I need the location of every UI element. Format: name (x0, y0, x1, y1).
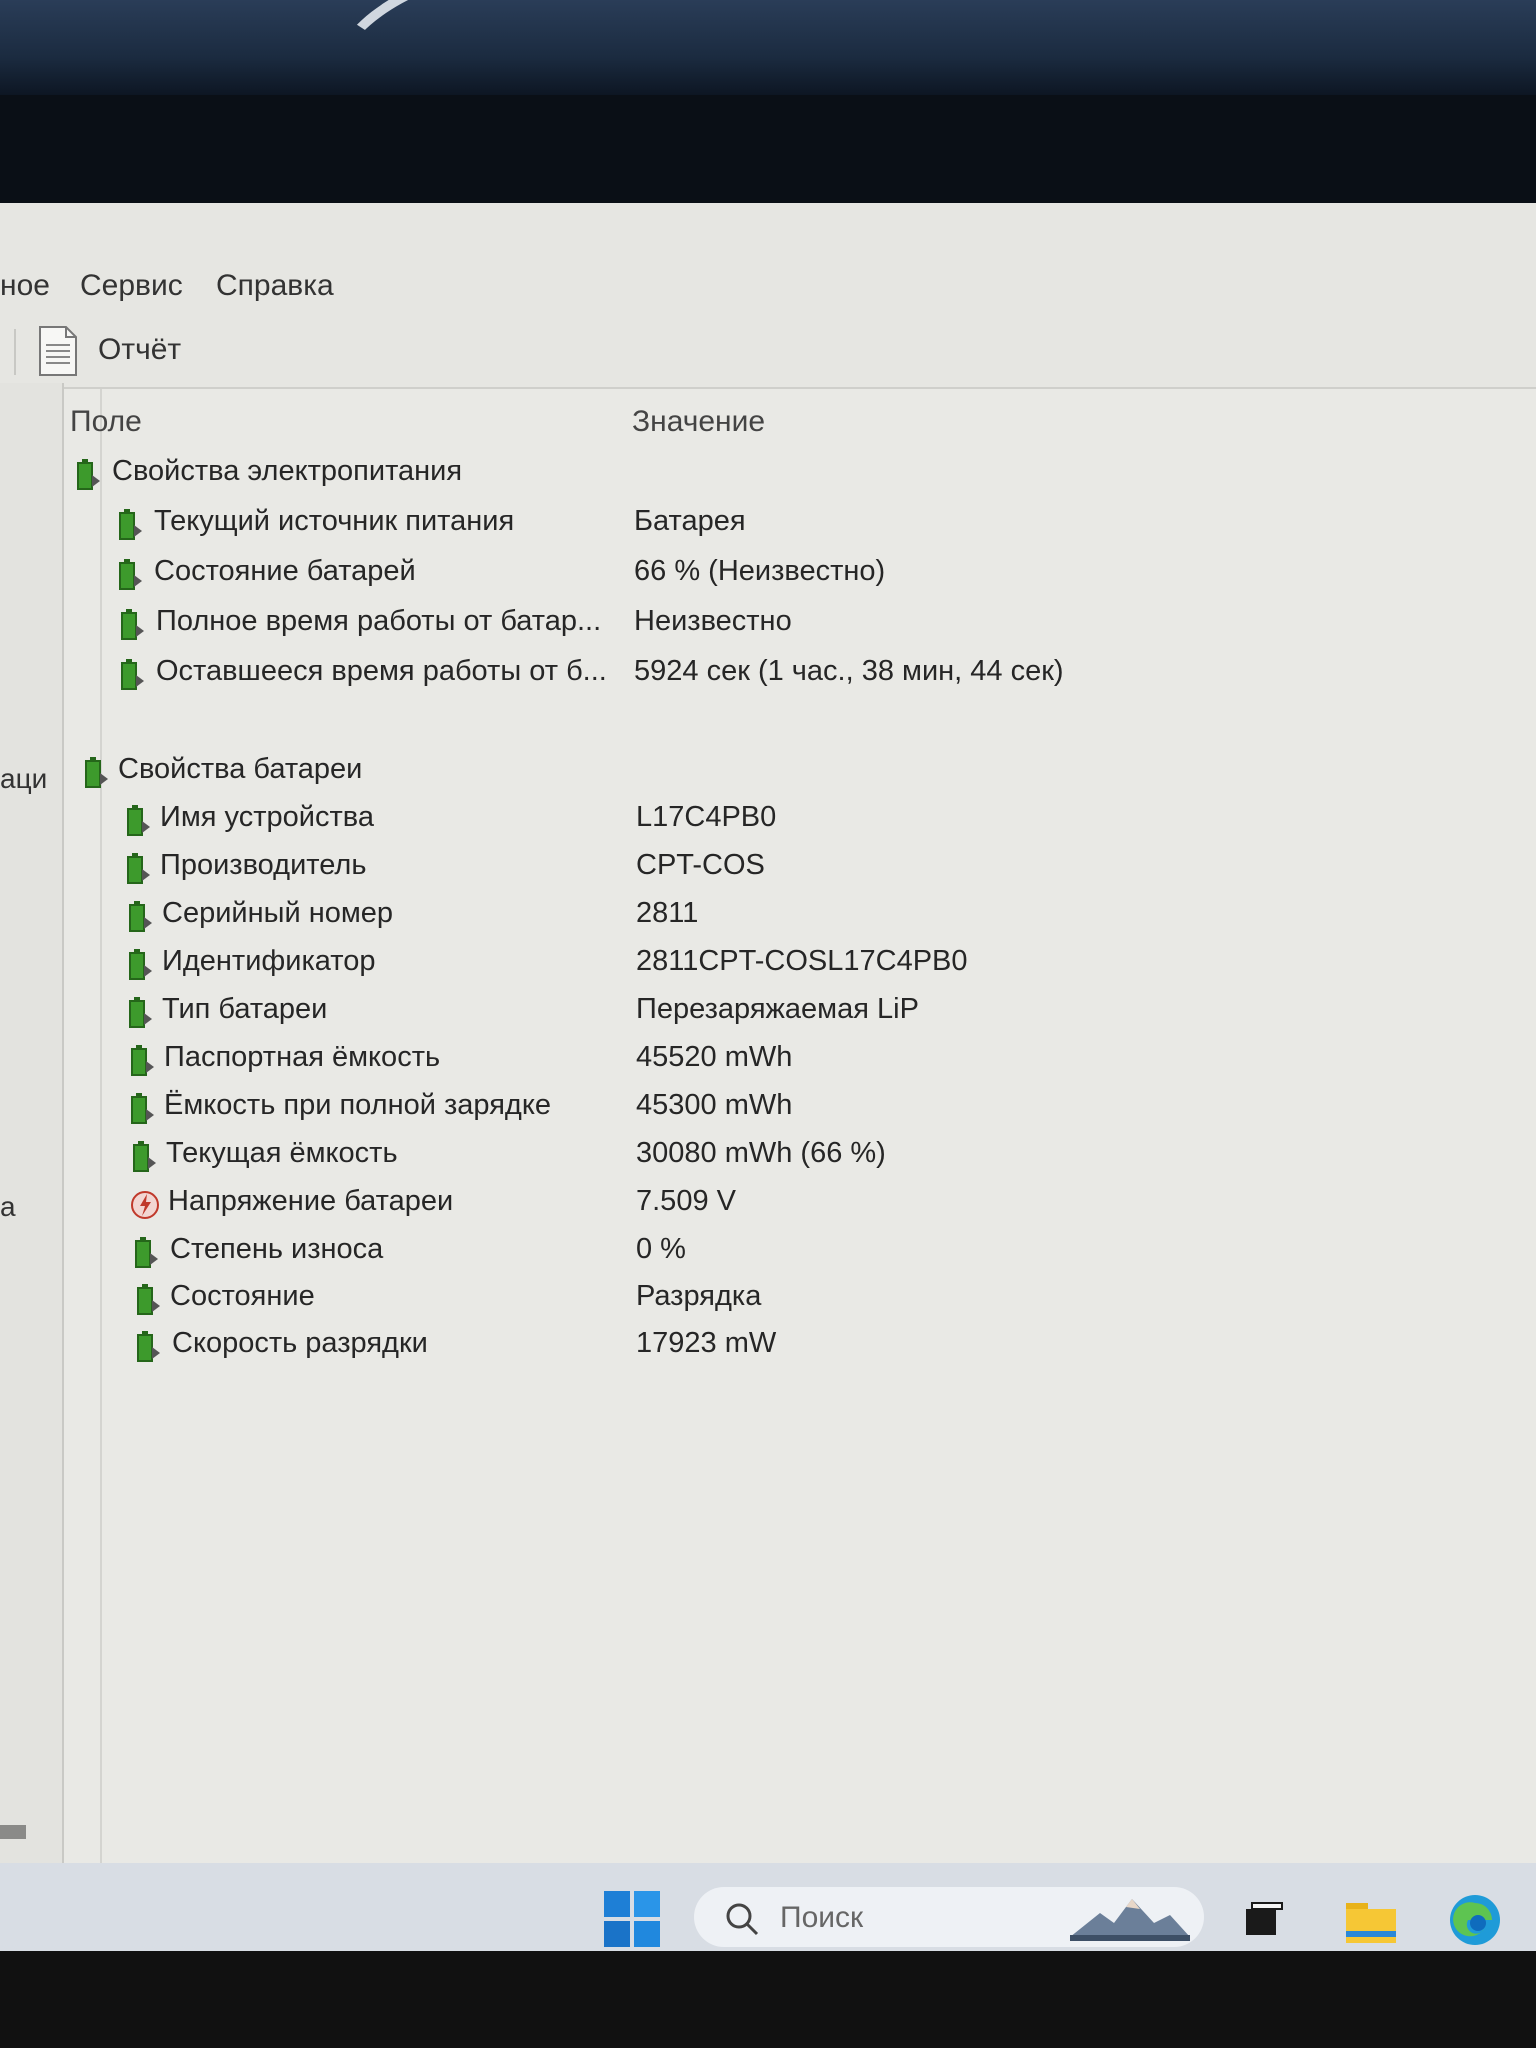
row-value: L17C4PB0 (636, 801, 777, 833)
row-label: Производитель (160, 849, 367, 881)
table-row[interactable]: Тип батареи Перезаряжаемая LiP (126, 991, 1326, 1031)
table-row[interactable]: Имя устройства L17C4PB0 (124, 799, 1324, 839)
search-placeholder: Поиск (780, 1901, 864, 1934)
report-icon[interactable] (38, 325, 78, 377)
battery-icon (119, 509, 142, 540)
battery-icon (131, 1093, 154, 1124)
row-label: Паспортная ёмкость (164, 1041, 441, 1073)
row-value: 45520 mWh (636, 1041, 793, 1073)
row-label: Степень износа (170, 1233, 384, 1265)
taskbar-search-box[interactable]: Поиск (694, 1887, 1204, 1947)
photo-background (0, 0, 1536, 165)
section-title: Свойства электропитания (112, 455, 463, 487)
table-row[interactable]: Полное время работы от батар... Неизвест… (118, 603, 1318, 643)
report-button[interactable]: Отчёт (98, 333, 181, 367)
column-header-value[interactable]: Значение (632, 405, 765, 439)
table-row[interactable]: Серийный номер 2811 (126, 895, 1326, 935)
voltage-icon (131, 1191, 159, 1219)
toolbar: Отчёт (0, 321, 1536, 381)
monitor-bottom-bezel (0, 1951, 1536, 2048)
table-row[interactable]: Оставшееся время работы от б... 5924 сек… (118, 653, 1318, 693)
menu-item-help[interactable]: Справка (216, 269, 334, 303)
edge-browser-icon[interactable] (1448, 1893, 1502, 1947)
row-value: 5924 сек (1 час., 38 мин, 44 сек) (634, 655, 1064, 687)
table-row[interactable]: Текущая ёмкость 30080 mWh (66 %) (130, 1135, 1330, 1175)
toolbar-separator (14, 329, 16, 375)
battery-icon (131, 1045, 154, 1076)
row-label: Напряжение батареи (168, 1185, 454, 1217)
battery-icon (121, 659, 144, 690)
row-label: Состояние батарей (154, 555, 416, 587)
monitor-bezel (0, 95, 1536, 203)
battery-icon (133, 1141, 156, 1172)
column-header-field[interactable]: Поле (70, 405, 142, 439)
table-row[interactable]: Степень износа 0 % (132, 1231, 1332, 1271)
row-label: Полное время работы от батар... (156, 605, 602, 637)
section-title: Свойства батареи (118, 753, 363, 785)
table-row[interactable]: Скорость разрядки 17923 mW (134, 1325, 1334, 1365)
table-row[interactable]: Паспортная ёмкость 45520 mWh (128, 1039, 1328, 1079)
row-label: Серийный номер (162, 897, 394, 929)
section-header-battery[interactable]: Свойства батареи (82, 751, 1282, 791)
row-label: Ёмкость при полной зарядке (164, 1089, 551, 1121)
properties-list: Поле Значение Свойства электропитания Те… (64, 387, 1536, 1865)
row-label: Имя устройства (160, 801, 374, 833)
battery-icon (85, 757, 108, 788)
row-value: 30080 mWh (66 %) (636, 1137, 886, 1169)
row-value: 17923 mW (636, 1327, 777, 1359)
left-pane-item-fragment[interactable]: аци (0, 763, 47, 795)
battery-icon (129, 901, 152, 932)
windows-start-icon[interactable] (604, 1891, 660, 1947)
battery-icon (137, 1331, 160, 1362)
row-label: Идентификатор (162, 945, 376, 977)
table-row[interactable]: Ёмкость при полной зарядке 45300 mWh (128, 1087, 1328, 1127)
battery-icon (137, 1284, 160, 1315)
search-highlight-image-icon (1070, 1899, 1190, 1941)
battery-icon (135, 1237, 158, 1268)
row-value: 2811CPT-COSL17C4PB0 (636, 945, 968, 977)
battery-icon (129, 949, 152, 980)
battery-icon (121, 609, 144, 640)
row-label: Состояние (170, 1280, 315, 1312)
row-value: 2811 (636, 897, 699, 929)
row-value: 66 % (Неизвестно) (634, 555, 886, 587)
left-navigation-pane: аци а (0, 383, 64, 1863)
row-value: Батарея (634, 505, 746, 537)
search-icon (726, 1903, 759, 1936)
battery-icon (77, 459, 100, 490)
battery-icon (127, 805, 150, 836)
battery-icon (129, 997, 152, 1028)
list-left-border (100, 389, 102, 1865)
task-view-icon[interactable] (1236, 1893, 1290, 1947)
row-value: 45300 mWh (636, 1089, 793, 1121)
row-label: Текущий источник питания (154, 505, 515, 537)
file-explorer-icon[interactable] (1344, 1893, 1398, 1947)
app-window: ное Сервис Справка Отчёт аци а Поле Знач… (0, 203, 1536, 1865)
left-pane-item-fragment[interactable]: а (0, 1191, 16, 1223)
menu-item-service[interactable]: Сервис (80, 269, 183, 303)
row-value: 0 % (636, 1233, 686, 1265)
table-row[interactable]: Производитель CPT-COS (124, 847, 1324, 887)
row-label: Тип батареи (162, 993, 328, 1025)
row-value: Перезаряжаемая LiP (636, 993, 919, 1025)
row-value: 7.509 V (636, 1185, 736, 1217)
battery-icon (119, 559, 142, 590)
menu-item-view[interactable]: ное (0, 269, 50, 303)
menu-bar: ное Сервис Справка (0, 263, 1536, 309)
row-label: Оставшееся время работы от б... (156, 655, 607, 687)
row-value: CPT-COS (636, 849, 765, 881)
row-value: Неизвестно (634, 605, 792, 637)
battery-icon (127, 853, 150, 884)
table-row[interactable]: Напряжение батареи 7.509 V (130, 1183, 1330, 1223)
table-row[interactable]: Идентификатор 2811CPT-COSL17C4PB0 (126, 943, 1326, 983)
row-value: Разрядка (636, 1280, 762, 1312)
row-label: Скорость разрядки (172, 1327, 428, 1359)
section-header-power[interactable]: Свойства электропитания (74, 453, 1274, 493)
table-row[interactable]: Состояние батарей 66 % (Неизвестно) (116, 553, 1316, 593)
table-row[interactable]: Текущий источник питания Батарея (116, 503, 1316, 543)
table-row[interactable]: Состояние Разрядка (134, 1278, 1334, 1318)
horizontal-scrollbar-thumb[interactable] (0, 1825, 26, 1839)
row-label: Текущая ёмкость (166, 1137, 398, 1169)
taskbar: Поиск (0, 1863, 1536, 1951)
